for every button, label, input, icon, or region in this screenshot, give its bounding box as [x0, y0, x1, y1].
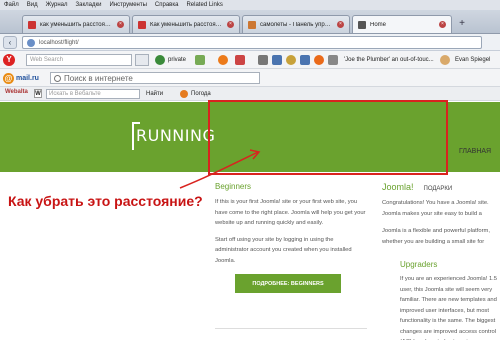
- site-logo[interactable]: RUNNING: [136, 126, 215, 145]
- webalta-search-input[interactable]: Искать в Вебальте: [46, 89, 140, 99]
- user-name[interactable]: Evan Spiegel: [455, 55, 490, 65]
- star-icon[interactable]: [286, 55, 296, 65]
- chat-icon[interactable]: [272, 55, 282, 65]
- find-button[interactable]: Найти: [146, 89, 163, 99]
- joomla-favicon-icon: [358, 20, 366, 29]
- tab-home[interactable]: Home ×: [352, 15, 452, 33]
- menu-tools[interactable]: Инструменты: [110, 2, 147, 8]
- joomla-heading: Joomla!: [382, 182, 414, 192]
- webalta-logo[interactable]: Webalta: [5, 89, 28, 95]
- tab-bar: как уменьшить расстояние ... × Как умень…: [0, 10, 500, 34]
- webalta-w-icon[interactable]: W: [34, 89, 42, 98]
- joomla-paragraph-1: Congratulations! You have a Joomla! site…: [382, 200, 489, 217]
- globe-icon: [27, 38, 35, 47]
- beginners-heading: Beginners: [215, 182, 252, 191]
- search-go-button[interactable]: [135, 54, 149, 66]
- mail-icon[interactable]: [235, 55, 245, 65]
- tab-label: Как уменьшить расстояние ...: [150, 21, 223, 28]
- screen-icon[interactable]: [258, 55, 268, 65]
- tab-2[interactable]: Как уменьшить расстояние ... ×: [132, 15, 240, 33]
- webalta-toolbar: Webalta W Искать в Вебальте Найти Погода: [0, 87, 500, 101]
- gifts-link[interactable]: ПОДАРКИ: [424, 186, 453, 192]
- sun-icon: [180, 90, 188, 98]
- menu-bookmarks[interactable]: Закладки: [76, 2, 102, 8]
- mailru-logo[interactable]: @ mail.ru: [3, 72, 39, 84]
- upgraders-heading: Upgraders: [400, 260, 438, 269]
- close-tab-icon[interactable]: ×: [227, 21, 234, 28]
- navigation-bar: ‹ localhost/flight/: [0, 34, 500, 51]
- url-text: localhost/flight/: [39, 39, 79, 46]
- tab-label: самолеты - Панель управле...: [260, 21, 333, 28]
- youtube-favicon-icon: [138, 20, 146, 29]
- joomla-paragraph-2: Joomla is a flexible and powerful platfo…: [382, 228, 490, 245]
- search-icon: [54, 74, 61, 82]
- menu-file[interactable]: Файл: [4, 2, 19, 8]
- back-button[interactable]: ‹: [3, 36, 17, 49]
- joomla-column: Joomla! ПОДАРКИ Congratulations! You hav…: [382, 182, 500, 248]
- column-divider: [215, 328, 367, 329]
- at-sign-icon: @: [3, 72, 14, 84]
- beginners-paragraph-1: If this is your first Joomla! site or yo…: [215, 199, 366, 226]
- weather-button[interactable]: Погода: [180, 89, 211, 99]
- beginners-paragraph-2: Start off using your site by logging in …: [215, 236, 352, 264]
- refresh-icon[interactable]: [218, 55, 228, 65]
- youtube-favicon-icon: [28, 20, 36, 29]
- mailru-toolbar: @ mail.ru Поиск в интернете: [0, 69, 500, 87]
- upgraders-paragraph: If you are an experienced Joomla! 1.5 us…: [400, 276, 497, 340]
- menu-help[interactable]: Справка: [155, 2, 179, 8]
- tab-label: Home: [370, 21, 387, 28]
- mailru-brand: mail.ru: [16, 74, 39, 82]
- yahoo-logo-icon[interactable]: Y: [3, 54, 15, 66]
- nav-home-link[interactable]: ГЛАВНАЯ: [459, 148, 491, 155]
- annotation-question: Как убрать это расстояние?: [8, 193, 203, 209]
- tab-1[interactable]: как уменьшить расстояние ... ×: [22, 15, 130, 33]
- highlight-rectangle: [208, 100, 448, 175]
- beginners-column: Beginners If this is your first Joomla! …: [215, 182, 367, 293]
- bookmark-link[interactable]: 'Joe the Plumber' an out-of-touc...: [344, 55, 434, 65]
- close-tab-icon[interactable]: ×: [337, 21, 344, 28]
- private-label[interactable]: private: [168, 55, 186, 65]
- search-toolbar: Y Web Search private 'Joe the Plumber' a…: [0, 51, 500, 69]
- beginners-more-button[interactable]: ПОДРОБНЕЕ: BEGINNERS: [235, 274, 341, 293]
- mailru-search-placeholder: Поиск в интернете: [64, 73, 133, 83]
- menu-related-links[interactable]: Related Links: [186, 2, 222, 8]
- firefox-icon[interactable]: [314, 55, 324, 65]
- user-avatar-icon[interactable]: [440, 55, 450, 65]
- admin-favicon-icon: [248, 20, 256, 29]
- tab-3[interactable]: самолеты - Панель управле... ×: [242, 15, 350, 33]
- mailru-search-input[interactable]: Поиск в интернете: [50, 72, 260, 84]
- close-tab-icon[interactable]: ×: [439, 21, 446, 28]
- pencil-icon[interactable]: [195, 55, 205, 65]
- menu-view[interactable]: Вид: [27, 2, 38, 8]
- menu-history[interactable]: Журнал: [46, 2, 68, 8]
- close-tab-icon[interactable]: ×: [117, 21, 124, 28]
- shield-icon[interactable]: [328, 55, 338, 65]
- new-tab-button[interactable]: +: [456, 18, 468, 30]
- tab-label: как уменьшить расстояние ...: [40, 21, 113, 28]
- calendar-icon[interactable]: [300, 55, 310, 65]
- weather-label: Погода: [191, 91, 211, 97]
- web-search-input[interactable]: Web Search: [26, 54, 132, 66]
- smiley-icon[interactable]: [155, 55, 165, 65]
- address-bar[interactable]: localhost/flight/: [22, 36, 482, 49]
- menu-bar: Файл Вид Журнал Закладки Инструменты Спр…: [0, 0, 500, 10]
